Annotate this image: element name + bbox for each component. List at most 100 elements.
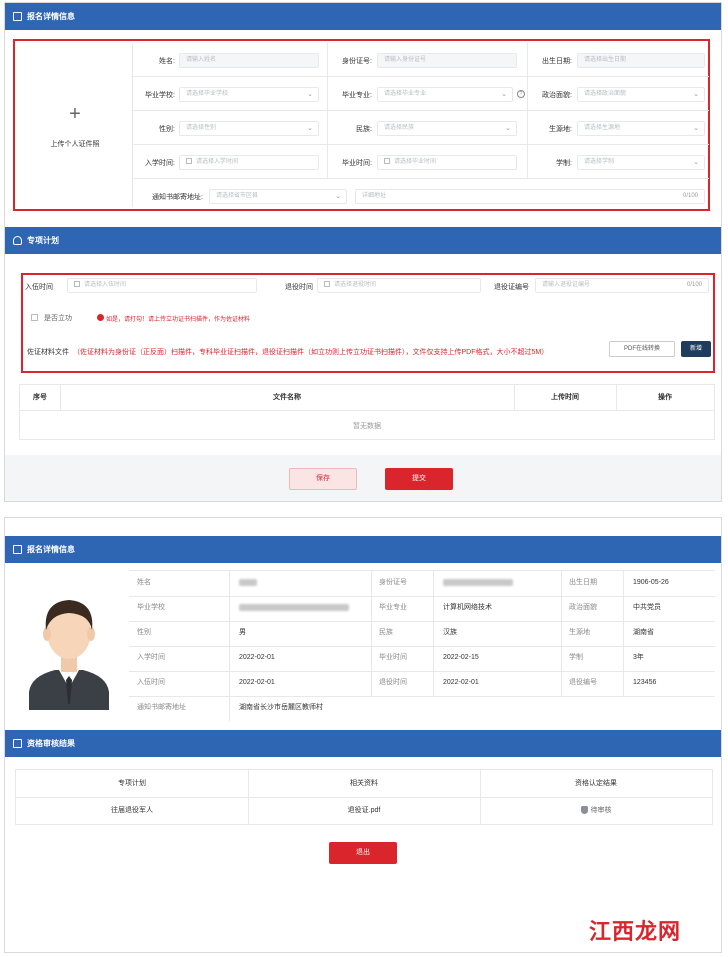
empty-state: 暂无数据 [353, 423, 381, 430]
detail-value: 湖南省 [633, 629, 654, 636]
major-select[interactable]: 请选择毕业专业 ⌄ [377, 87, 513, 102]
chevron-down-icon: ⌄ [693, 159, 699, 166]
section-header-application-details: 报名详情信息 [5, 536, 721, 563]
address-detail-input[interactable]: 详细地址 0/100 [355, 189, 705, 204]
retire-cert-label: 退役证编号 [494, 284, 529, 291]
detail-value: 2022-02-15 [443, 654, 479, 661]
ethnic-select[interactable]: 请选择民族 ⌄ [377, 121, 517, 136]
add-file-button[interactable]: 新增 [681, 341, 711, 357]
divider [327, 43, 328, 178]
detail-value: 2022-02-01 [239, 679, 275, 686]
section-header-special-plan: 专项计划 [5, 227, 721, 254]
grad-date-input[interactable]: 请选择毕业时间 [377, 155, 517, 170]
detail-key: 毕业专业 [379, 604, 407, 611]
major-label: 毕业专业: [342, 92, 372, 99]
section-header-application-details: 报名详情信息 [5, 3, 721, 30]
address-detail-placeholder: 详细地址 [362, 193, 387, 199]
address-region-placeholder: 请选择省市区县 [216, 193, 259, 199]
result-status: 待审核 [480, 801, 712, 821]
gender-placeholder: 请选择性别 [186, 125, 217, 131]
divider [371, 571, 372, 696]
address-region-select[interactable]: 请选择省市区县 ⌄ [209, 189, 347, 204]
detail-key: 民族 [379, 629, 393, 636]
detail-value: 计算机网络技术 [443, 604, 492, 611]
result-file-link[interactable]: 退役证.pdf [248, 801, 480, 821]
system-placeholder: 请选择学制 [584, 159, 615, 165]
chevron-down-icon: ⌄ [505, 125, 511, 132]
detail-value: 3年 [633, 654, 644, 661]
char-counter: 0/100 [686, 282, 702, 288]
address-label: 通知书邮寄地址: [152, 194, 203, 201]
warning-icon [97, 314, 104, 321]
political-placeholder: 请选择政治面貌 [584, 91, 627, 97]
detail-key: 学制 [569, 654, 583, 661]
avatar [21, 580, 117, 710]
divider [133, 144, 709, 145]
redacted-value [443, 578, 513, 586]
gender-select[interactable]: 请选择性别 ⌄ [179, 121, 319, 136]
school-system-label: 学制: [556, 160, 572, 167]
enroll-date-label: 入学时间: [145, 160, 175, 167]
column-header-materials: 相关资料 [350, 780, 378, 787]
file-table: 序号 文件名称 上传时间 操作 暂无数据 [19, 384, 715, 440]
political-select[interactable]: 请选择政治面貌 ⌄ [577, 87, 705, 102]
section-title: 报名详情信息 [27, 12, 75, 21]
section-header-review-result: 资格审核结果 [5, 730, 721, 757]
evidence-note: （佐证材料为身份证（正反面）扫描件，专科毕业证扫描件，退役证扫描件（如立功则上传… [73, 349, 549, 356]
submit-button[interactable]: 提交 [385, 468, 453, 490]
exit-button[interactable]: 退出 [329, 842, 397, 864]
chevron-down-icon: ⌄ [335, 193, 341, 200]
birth-date-input[interactable]: 请选择出生日期 [577, 53, 705, 68]
enroll-placeholder: 请选择入学时间 [196, 159, 239, 165]
result-plan-value: 往届退役军人 [111, 807, 153, 814]
section-title: 报名详情信息 [27, 545, 75, 554]
detail-key: 毕业学校 [137, 604, 165, 611]
detail-value: 汉族 [443, 629, 457, 636]
divider [16, 797, 712, 798]
merit-checkbox[interactable] [31, 314, 38, 321]
avatar-illustration [29, 600, 109, 710]
school-system-select[interactable]: 请选择学制 ⌄ [577, 155, 705, 170]
id-number-input[interactable]: 请输入身份证号 [377, 53, 517, 68]
divider [133, 178, 709, 179]
photo-upload-area[interactable]: + 上传个人证件照 [17, 43, 133, 207]
retire-cert-input[interactable]: 请输入退役证编号 0/100 [535, 278, 709, 293]
detail-key: 退役时间 [379, 679, 407, 686]
detail-value: 湖南省长沙市岳麓区教师村 [239, 704, 323, 711]
school-label: 毕业学校: [145, 92, 175, 99]
redacted-value [239, 603, 349, 611]
divider [129, 646, 715, 647]
origin-select[interactable]: 请选择生源地 ⌄ [577, 121, 705, 136]
chevron-down-icon: ⌄ [307, 91, 313, 98]
evidence-label: 佐证材料文件 [27, 349, 69, 356]
retire-date-input[interactable]: 请选择退役时间 [317, 278, 481, 293]
application-details-panel: 报名详情信息 姓名 身份证号 出生日期 1906-05-26 毕业学校 毕业专业 计算机网络… [4, 517, 722, 953]
name-input[interactable]: 请输入姓名 [179, 53, 319, 68]
pdf-convert-button[interactable]: PDF在线转换 [609, 341, 675, 357]
column-header-filename: 文件名称 [273, 394, 301, 401]
detail-key: 身份证号 [379, 579, 407, 586]
detail-value: 123456 [633, 679, 657, 686]
political-label: 政治面貌: [542, 92, 572, 99]
plus-icon: + [69, 103, 81, 125]
chevron-down-icon: ⌄ [307, 125, 313, 132]
enroll-date-input[interactable]: 请选择入学时间 [179, 155, 319, 170]
column-header-actions: 操作 [658, 394, 672, 401]
school-select[interactable]: 请选择毕业学校 ⌄ [179, 87, 319, 102]
upload-label: 上传个人证件照 [50, 141, 100, 148]
column-header-upload-time: 上传时间 [551, 394, 579, 401]
save-button[interactable]: 保存 [289, 468, 357, 490]
enlist-date-input[interactable]: 请选择入伍时间 [67, 278, 257, 293]
chevron-down-icon: ⌄ [501, 91, 507, 98]
document-icon [13, 545, 22, 554]
major-placeholder: 请选择毕业专业 [384, 91, 427, 97]
id-number-label: 身份证号: [342, 58, 372, 65]
calendar-icon [384, 158, 390, 165]
calendar-icon [324, 281, 330, 288]
detail-key: 性别 [137, 629, 151, 636]
ethnic-placeholder: 请选择民族 [384, 125, 415, 131]
detail-value: 男 [239, 629, 246, 636]
ethnic-label: 民族: [356, 126, 372, 133]
origin-placeholder: 请选择生源地 [584, 125, 621, 131]
help-icon[interactable]: ? [517, 90, 525, 98]
